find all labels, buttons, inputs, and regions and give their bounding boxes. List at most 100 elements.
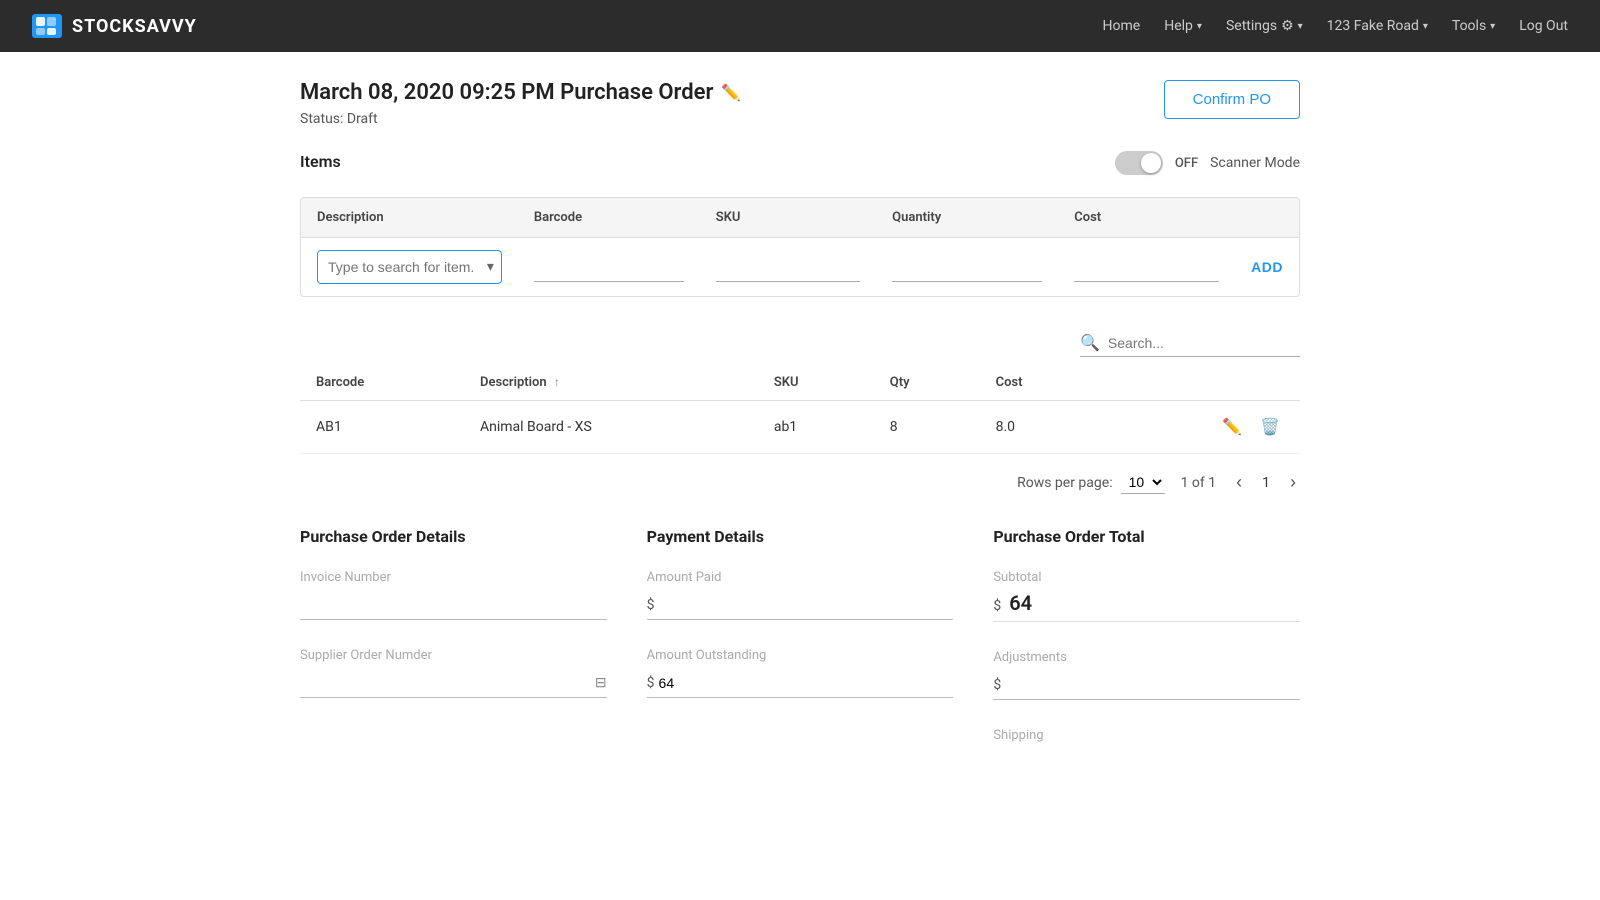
nav-help[interactable]: Help ▾ bbox=[1164, 18, 1202, 34]
adjustments-field: Adjustments $ bbox=[993, 650, 1300, 700]
add-barcode-input[interactable] bbox=[534, 253, 684, 282]
search-area: 🔍 bbox=[300, 329, 1300, 357]
settings-gear-icon: ⚙ bbox=[1281, 18, 1294, 34]
po-total-section: Purchase Order Total Subtotal $ 64 Adjus… bbox=[993, 527, 1300, 771]
add-sku-cell bbox=[700, 238, 876, 297]
items-section: Items OFF Scanner Mode Description Barco… bbox=[300, 151, 1300, 495]
nav-home[interactable]: Home bbox=[1103, 18, 1141, 34]
rows-per-page: Rows per page: 10 25 50 bbox=[1017, 471, 1164, 494]
nav-menu: Home Help ▾ Settings ⚙ ▾ 123 Fake Road ▾… bbox=[1103, 18, 1568, 34]
data-table: Barcode Description ↑ SKU Qty Cost AB1 A… bbox=[300, 365, 1300, 454]
search-input[interactable] bbox=[1108, 335, 1300, 351]
scanner-mode-toggle[interactable] bbox=[1115, 151, 1163, 175]
main-content: March 08, 2020 09:25 PM Purchase Order ✏… bbox=[100, 52, 1500, 799]
po-details-title: Purchase Order Details bbox=[300, 527, 607, 546]
cell-sku: ab1 bbox=[758, 401, 874, 454]
add-item-row: ▾ bbox=[301, 238, 1299, 297]
col-header-quantity: Quantity bbox=[876, 198, 1058, 238]
help-chevron-icon: ▾ bbox=[1197, 21, 1202, 32]
brand-icon bbox=[32, 14, 62, 38]
next-page-button[interactable]: › bbox=[1286, 470, 1300, 495]
edit-title-icon[interactable]: ✏️ bbox=[721, 83, 741, 102]
add-quantity-cell bbox=[876, 238, 1058, 297]
th-cost: Cost bbox=[980, 365, 1100, 401]
payment-details-section: Payment Details Amount Paid $ Amount Out… bbox=[647, 527, 954, 771]
tools-chevron-icon: ▾ bbox=[1490, 21, 1495, 32]
supplier-order-input[interactable] bbox=[300, 669, 595, 697]
add-barcode-cell bbox=[518, 238, 700, 297]
amount-outstanding-field: Amount Outstanding $ bbox=[647, 648, 954, 698]
add-cost-input[interactable] bbox=[1074, 253, 1219, 282]
search-box: 🔍 bbox=[1080, 329, 1300, 357]
pagination-row: Rows per page: 10 25 50 1 of 1 ‹ 1 › bbox=[300, 470, 1300, 495]
nav-logout[interactable]: Log Out bbox=[1519, 18, 1568, 34]
amount-paid-prefix: $ bbox=[647, 597, 655, 613]
invoice-number-input[interactable] bbox=[300, 591, 607, 620]
amount-outstanding-input-wrapper: $ bbox=[647, 669, 954, 698]
navbar: STOCKSAVVY Home Help ▾ Settings ⚙ ▾ 123 … bbox=[0, 0, 1600, 52]
nav-settings[interactable]: Settings ⚙ ▾ bbox=[1226, 18, 1303, 34]
purchase-order-details-section: Purchase Order Details Invoice Number Su… bbox=[300, 527, 607, 771]
cell-barcode: AB1 bbox=[300, 401, 464, 454]
add-cost-cell bbox=[1058, 238, 1235, 297]
payment-details-title: Payment Details bbox=[647, 527, 954, 546]
cell-cost: 8.0 bbox=[980, 401, 1100, 454]
adjustments-label: Adjustments bbox=[993, 650, 1300, 665]
adjustments-input[interactable] bbox=[1005, 671, 1300, 699]
rows-per-page-select[interactable]: 10 25 50 bbox=[1121, 471, 1165, 494]
th-qty: Qty bbox=[874, 365, 980, 401]
brand-name: STOCKSAVVY bbox=[72, 16, 197, 37]
amount-outstanding-prefix: $ bbox=[647, 675, 655, 691]
toggle-knob bbox=[1141, 153, 1161, 173]
po-total-title: Purchase Order Total bbox=[993, 527, 1300, 546]
subtotal-value: 64 bbox=[1009, 591, 1032, 615]
scanner-mode-text: Scanner Mode bbox=[1210, 155, 1300, 171]
toggle-off-label: OFF bbox=[1175, 156, 1198, 171]
cell-actions: ✏️ 🗑️ bbox=[1100, 401, 1300, 454]
col-header-cost: Cost bbox=[1058, 198, 1235, 238]
prev-page-button[interactable]: ‹ bbox=[1232, 470, 1246, 495]
adjustments-prefix: $ bbox=[993, 677, 1001, 693]
supplier-order-copy-icon[interactable]: ⊟ bbox=[595, 675, 607, 691]
items-table: Description Barcode SKU Quantity Cost bbox=[301, 198, 1299, 296]
search-icon: 🔍 bbox=[1080, 333, 1100, 352]
page-header-left: March 08, 2020 09:25 PM Purchase Order ✏… bbox=[300, 80, 741, 127]
settings-chevron-icon: ▾ bbox=[1298, 21, 1303, 32]
supplier-order-field: Supplier Order Numder ⊟ bbox=[300, 648, 607, 698]
cell-qty: 8 bbox=[874, 401, 980, 454]
cell-description: Animal Board - XS bbox=[464, 401, 758, 454]
add-quantity-input[interactable] bbox=[892, 253, 1042, 282]
col-header-barcode: Barcode bbox=[518, 198, 700, 238]
delete-row-button[interactable]: 🗑️ bbox=[1256, 415, 1284, 439]
description-sort-icon[interactable]: ↑ bbox=[554, 375, 560, 389]
shipping-field: Shipping bbox=[993, 728, 1300, 743]
description-search-input[interactable] bbox=[317, 250, 502, 284]
nav-tools[interactable]: Tools ▾ bbox=[1452, 18, 1495, 34]
col-header-sku: SKU bbox=[700, 198, 876, 238]
brand-logo: STOCKSAVVY bbox=[32, 14, 197, 38]
location-chevron-icon: ▾ bbox=[1423, 21, 1428, 32]
confirm-po-button[interactable]: Confirm PO bbox=[1164, 80, 1300, 119]
edit-row-button[interactable]: ✏️ bbox=[1218, 415, 1246, 439]
th-description: Description ↑ bbox=[464, 365, 758, 401]
items-section-label: Items bbox=[300, 152, 341, 171]
add-item-button[interactable]: ADD bbox=[1251, 259, 1283, 275]
th-barcode: Barcode bbox=[300, 365, 464, 401]
subtotal-field: Subtotal $ 64 bbox=[993, 570, 1300, 622]
supplier-order-label: Supplier Order Numder bbox=[300, 648, 607, 663]
col-header-actions bbox=[1235, 198, 1299, 238]
adjustments-input-wrapper: $ bbox=[993, 671, 1300, 700]
amount-outstanding-input[interactable] bbox=[659, 669, 954, 697]
add-description-cell: ▾ bbox=[301, 238, 518, 297]
details-grid: Purchase Order Details Invoice Number Su… bbox=[300, 527, 1300, 771]
supplier-order-input-wrapper: ⊟ bbox=[300, 669, 607, 698]
th-sku: SKU bbox=[758, 365, 874, 401]
amount-paid-input[interactable] bbox=[659, 591, 954, 619]
page-header: March 08, 2020 09:25 PM Purchase Order ✏… bbox=[300, 80, 1300, 127]
th-row-actions bbox=[1100, 365, 1300, 401]
amount-outstanding-label: Amount Outstanding bbox=[647, 648, 954, 663]
page-title: March 08, 2020 09:25 PM Purchase Order ✏… bbox=[300, 80, 741, 105]
add-sku-input[interactable] bbox=[716, 253, 860, 282]
amount-paid-label: Amount Paid bbox=[647, 570, 954, 585]
nav-location[interactable]: 123 Fake Road ▾ bbox=[1327, 18, 1428, 34]
